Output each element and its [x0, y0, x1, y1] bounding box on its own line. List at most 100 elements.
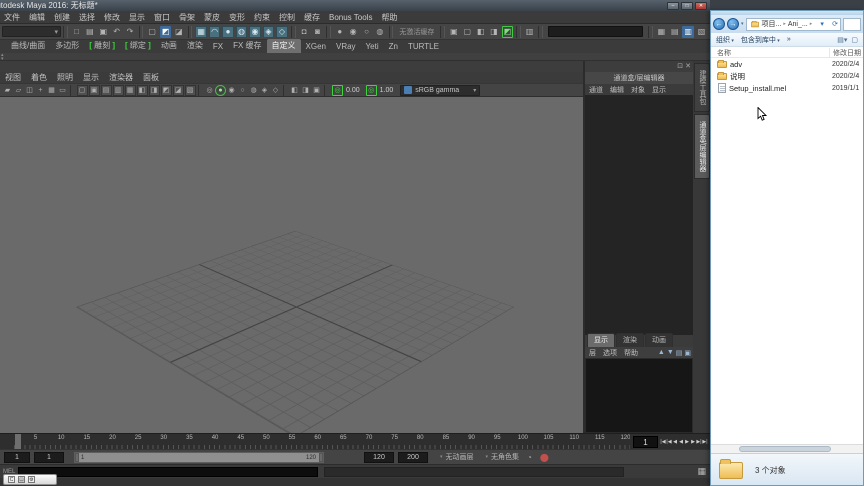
channel-box-menu-对象[interactable]: 对象 — [631, 85, 645, 95]
go-to-end-button[interactable]: ▶| — [702, 436, 708, 448]
menu-帮助[interactable]: 帮助 — [381, 12, 397, 23]
menu-编辑[interactable]: 编辑 — [29, 12, 45, 23]
layer-list[interactable] — [585, 358, 693, 433]
channel-box-toggle-icon[interactable]: ▥ — [682, 25, 694, 38]
menu-显示[interactable]: 显示 — [129, 12, 145, 23]
current-frame-field[interactable]: 1 — [633, 436, 658, 448]
construction-history-icon[interactable]: ▣ — [448, 26, 459, 38]
fill-mode-icon[interactable]: ◧ — [136, 84, 148, 96]
gamma-control[interactable]: ◎ 1.00 — [365, 84, 396, 96]
scrollbar-thumb[interactable] — [739, 446, 831, 452]
column-header-date[interactable]: 修改日期 — [829, 48, 861, 58]
back-button[interactable]: ← — [713, 18, 725, 30]
image-plane-icon[interactable]: ◫ — [24, 85, 35, 96]
select-by-object-icon[interactable]: ◩ — [159, 25, 172, 38]
shelf-tab-XGen[interactable]: XGen — [301, 41, 331, 53]
breadcrumb-arrow-icon[interactable]: ▸ — [810, 21, 813, 27]
panel-menu-面板[interactable]: 面板 — [143, 72, 159, 83]
toolbar-包含到库中[interactable]: 包含到库中 ▾ — [741, 35, 780, 45]
shelf-tab-FX[interactable]: FX — [208, 41, 228, 53]
camera-bookmarks-icon[interactable]: ▱ — [13, 85, 24, 96]
ipr-render-icon[interactable]: ◉ — [347, 26, 358, 38]
playback-end-field[interactable]: 120 — [364, 451, 394, 463]
new-scene-icon[interactable]: □ — [71, 26, 82, 38]
toolbar-»[interactable]: » — [787, 36, 791, 43]
panel-menu-显示[interactable]: 显示 — [83, 72, 99, 83]
shelf-tab-自定义[interactable]: 自定义 — [266, 39, 301, 53]
hypershade-icon[interactable]: ◍ — [374, 26, 385, 38]
menu-约束[interactable]: 约束 — [254, 12, 270, 23]
exposure-control[interactable]: ◎ 0.00 — [332, 84, 362, 96]
breadcrumb-segment[interactable]: 项目... — [762, 19, 782, 29]
sidebar-tab-建模工具包[interactable]: 建模工具包 — [694, 63, 710, 112]
address-bar[interactable]: 项目... ▸ Ani_... ▸ ▾ ⟳ — [745, 17, 841, 31]
layer-menu-帮助[interactable]: 帮助 — [624, 348, 638, 358]
highlight-selection-icon[interactable]: ◙ — [312, 26, 323, 38]
open-scene-icon[interactable]: ▤ — [84, 26, 95, 38]
playback-start-field[interactable]: 1 — [34, 451, 64, 463]
address-dropdown-icon[interactable]: ▾ — [820, 20, 824, 28]
menu-蒙皮[interactable]: 蒙皮 — [204, 12, 220, 23]
screen-ao-icon[interactable]: ◍ — [248, 85, 259, 96]
layer-menu-选项[interactable]: 选项 — [603, 348, 617, 358]
shelf-tab-Zn[interactable]: Zn — [384, 41, 403, 53]
panel-menu-视图[interactable]: 视图 — [5, 72, 21, 83]
current-frame-marker[interactable] — [15, 434, 21, 450]
file-row[interactable]: Setup_install.mel 2019/1/1 — [711, 82, 863, 94]
perspective-viewport[interactable] — [0, 97, 583, 433]
render-settings-icon[interactable]: ○ — [361, 26, 372, 38]
shelf-tab-多边形[interactable]: 多边形 — [50, 39, 84, 53]
channel-box-body[interactable] — [585, 95, 693, 335]
multisample-icon[interactable]: ◇ — [270, 85, 281, 96]
breadcrumb-arrow-icon[interactable]: ▸ — [783, 21, 786, 27]
shelf-tab-雕刻[interactable]: [ 雕刻 ] — [84, 39, 120, 53]
shelf-tab-动画[interactable]: 动画 — [156, 39, 182, 53]
forward-button[interactable]: → — [727, 18, 739, 30]
menu-窗口[interactable]: 窗口 — [154, 12, 170, 23]
toolbar-组织[interactable]: 组织 ▾ — [716, 35, 734, 45]
move-layer-down-icon[interactable]: ▼ — [667, 349, 674, 356]
shelf-tab-FX 缓存[interactable]: FX 缓存 — [228, 39, 266, 53]
attribute-editor-toggle-icon[interactable]: ▧ — [696, 26, 707, 38]
panel-float-icon[interactable]: ⊡ — [677, 62, 683, 70]
menu-set-dropdown[interactable]: ▾ — [2, 26, 61, 37]
menu-骨架[interactable]: 骨架 — [179, 12, 195, 23]
channel-box-menu-编辑[interactable]: 编辑 — [610, 85, 624, 95]
ime-keyboard-icon[interactable]: ▤ — [18, 476, 25, 483]
column-header-name[interactable]: 名称 — [717, 48, 731, 58]
isolate-select-icon[interactable]: ◎ — [204, 85, 215, 96]
auto-keyframe-icon[interactable]: ⬤ — [540, 453, 549, 462]
shelf-tab-渲染[interactable]: 渲染 — [182, 39, 208, 53]
animation-layer-dropdown[interactable]: ▾ 无动画层 — [440, 452, 474, 462]
move-layer-up-icon[interactable]: ▲ — [658, 349, 665, 356]
time-slider[interactable]: 5 10 15 20 25 30 35 40 45 50 55 60 65 70 75 80 85 90 95 100… — [0, 433, 710, 450]
input-line-selector-icon[interactable]: ▥ — [524, 26, 535, 38]
timeline-ruler[interactable]: 5 10 15 20 25 30 35 40 45 50 55 60 65 70 75 80 85 90 95 100… — [0, 434, 630, 450]
animation-preferences-icon[interactable]: ◔ — [527, 453, 532, 462]
character-set-dropdown[interactable]: ▾ 无角色集 — [486, 452, 520, 462]
menu-缓存[interactable]: 缓存 — [304, 12, 320, 23]
active-cache-icon[interactable]: ◩ — [501, 25, 514, 38]
safe-title-icon[interactable]: ▦ — [124, 84, 136, 96]
script-editor-icon[interactable]: ▦ — [697, 466, 706, 477]
range-handle-left[interactable] — [75, 452, 79, 462]
shaded-mode-icon[interactable]: ◩ — [160, 84, 172, 96]
snap-to-view-plane-icon[interactable]: ◉ — [249, 25, 261, 38]
menu-控制[interactable]: 控制 — [279, 12, 295, 23]
file-row[interactable]: 说明 2020/2/4 — [711, 70, 863, 82]
select-by-hierarchy-icon[interactable]: ▢ — [146, 26, 157, 38]
save-scene-icon[interactable]: ▣ — [98, 26, 109, 38]
views-icon[interactable]: ▤▾ — [837, 36, 847, 44]
grid-layout-icon[interactable]: ▦ — [656, 26, 667, 38]
layer-tab-显示[interactable]: 显示 — [587, 333, 615, 347]
panel-close-icon[interactable]: ✕ — [685, 62, 691, 70]
wireframe-mode-icon[interactable]: ◨ — [148, 84, 160, 96]
select-by-component-icon[interactable]: ◪ — [173, 26, 184, 38]
gate-mask-icon[interactable]: ▣ — [88, 84, 100, 96]
recent-pages-icon[interactable]: ▾ — [741, 21, 744, 27]
refresh-icon[interactable]: ⟳ — [832, 20, 838, 28]
range-slider[interactable]: 1 120 — [74, 451, 324, 463]
sidebar-tab-通道盒/层编辑器[interactable]: 通道盒/层编辑器 — [694, 114, 710, 179]
view-transform-icon[interactable]: ▣ — [311, 85, 322, 96]
gamma-control-icon[interactable]: ◎ — [365, 84, 377, 96]
